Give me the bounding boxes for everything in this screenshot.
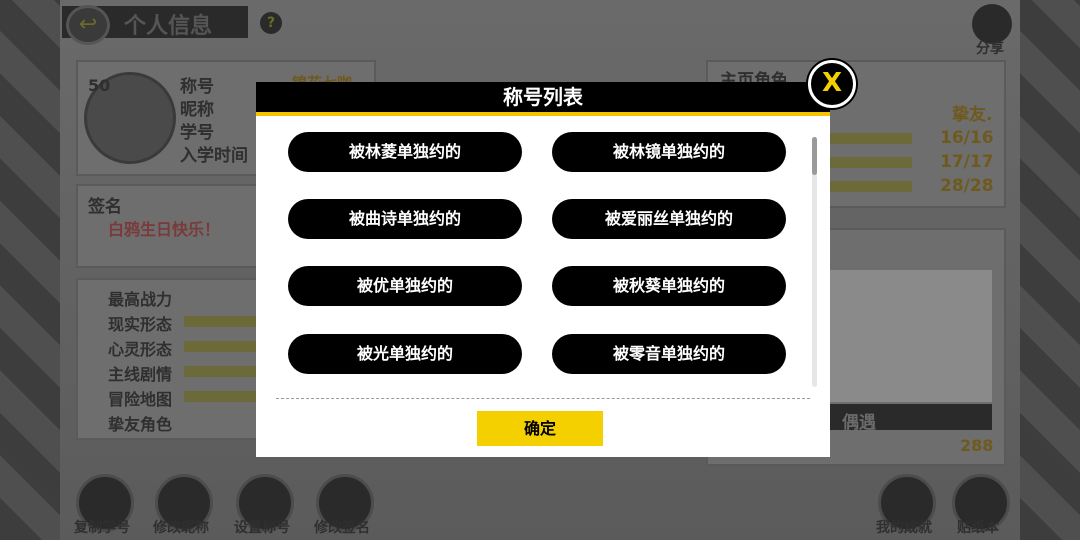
encounter-image (830, 270, 992, 402)
signature-text: 白鸦生日快乐！ (108, 220, 221, 239)
stat-max-power: 最高战力 (108, 290, 173, 309)
encounter-label: 偶遇 (842, 413, 876, 433)
level-badge: 50 (88, 76, 111, 95)
stat-bar (184, 316, 256, 327)
field-label-title: 称号 (180, 77, 214, 97)
field-label-student-id: 学号 (180, 123, 214, 143)
scrollbar-thumb[interactable] (812, 137, 817, 175)
title-option[interactable]: 被光单独约的 (288, 334, 522, 374)
close-button[interactable]: X (808, 60, 856, 108)
stat-bar (184, 366, 256, 377)
stat-reality-form: 现实形态 (108, 315, 173, 334)
title-option[interactable]: 被优单独约的 (288, 266, 522, 306)
left-decor-edge (0, 0, 60, 540)
edit-nickname-label: 修改昵称 (153, 520, 209, 536)
title-option[interactable]: 被林菱单独约的 (288, 132, 522, 172)
back-button[interactable]: ↩ (66, 5, 110, 45)
field-label-enroll-time: 入学时间 (180, 146, 248, 166)
count-3: 28/28 (940, 176, 994, 196)
right-decor-edge (1020, 0, 1080, 540)
stat-bar (184, 391, 256, 402)
count-2: 17/17 (940, 152, 994, 172)
title-option[interactable]: 被秋葵单独约的 (552, 266, 786, 306)
partner-name: 挚友. (952, 105, 993, 125)
progress-bar (830, 181, 912, 192)
share-label: 分享 (976, 41, 1004, 57)
copy-id-label: 复制学号 (74, 520, 130, 536)
field-label-nickname: 昵称 (180, 100, 214, 120)
title-option[interactable]: 被零音单独约的 (552, 334, 786, 374)
stat-adventure-map: 冒险地图 (108, 390, 173, 409)
signature-label: 签名 (88, 197, 122, 217)
page-title: 个人信息 (124, 14, 213, 39)
encounter-count: 288 (960, 436, 994, 455)
sticker-book-label: 贴纸本 (957, 520, 999, 536)
title-option[interactable]: 被林镜单独约的 (552, 132, 786, 172)
confirm-button[interactable]: 确定 (477, 411, 603, 446)
stat-partner: 挚友角色 (108, 415, 173, 434)
set-title-label: 设置称号 (234, 520, 290, 536)
dialog-title-accent (256, 112, 830, 116)
progress-bar (830, 133, 912, 144)
title-option[interactable]: 被爱丽丝单独约的 (552, 199, 786, 239)
help-button[interactable]: ? (260, 12, 282, 34)
stat-bar (184, 341, 256, 352)
edit-signature-label: 修改签名 (314, 520, 370, 536)
stat-spirit-form: 心灵形态 (108, 340, 173, 359)
progress-bar (830, 157, 912, 168)
count-1: 16/16 (940, 128, 994, 148)
stat-main-story: 主线剧情 (108, 365, 173, 384)
dialog-title: 称号列表 (256, 82, 830, 112)
dialog-divider (276, 398, 810, 399)
title-option[interactable]: 被曲诗单独约的 (288, 199, 522, 239)
